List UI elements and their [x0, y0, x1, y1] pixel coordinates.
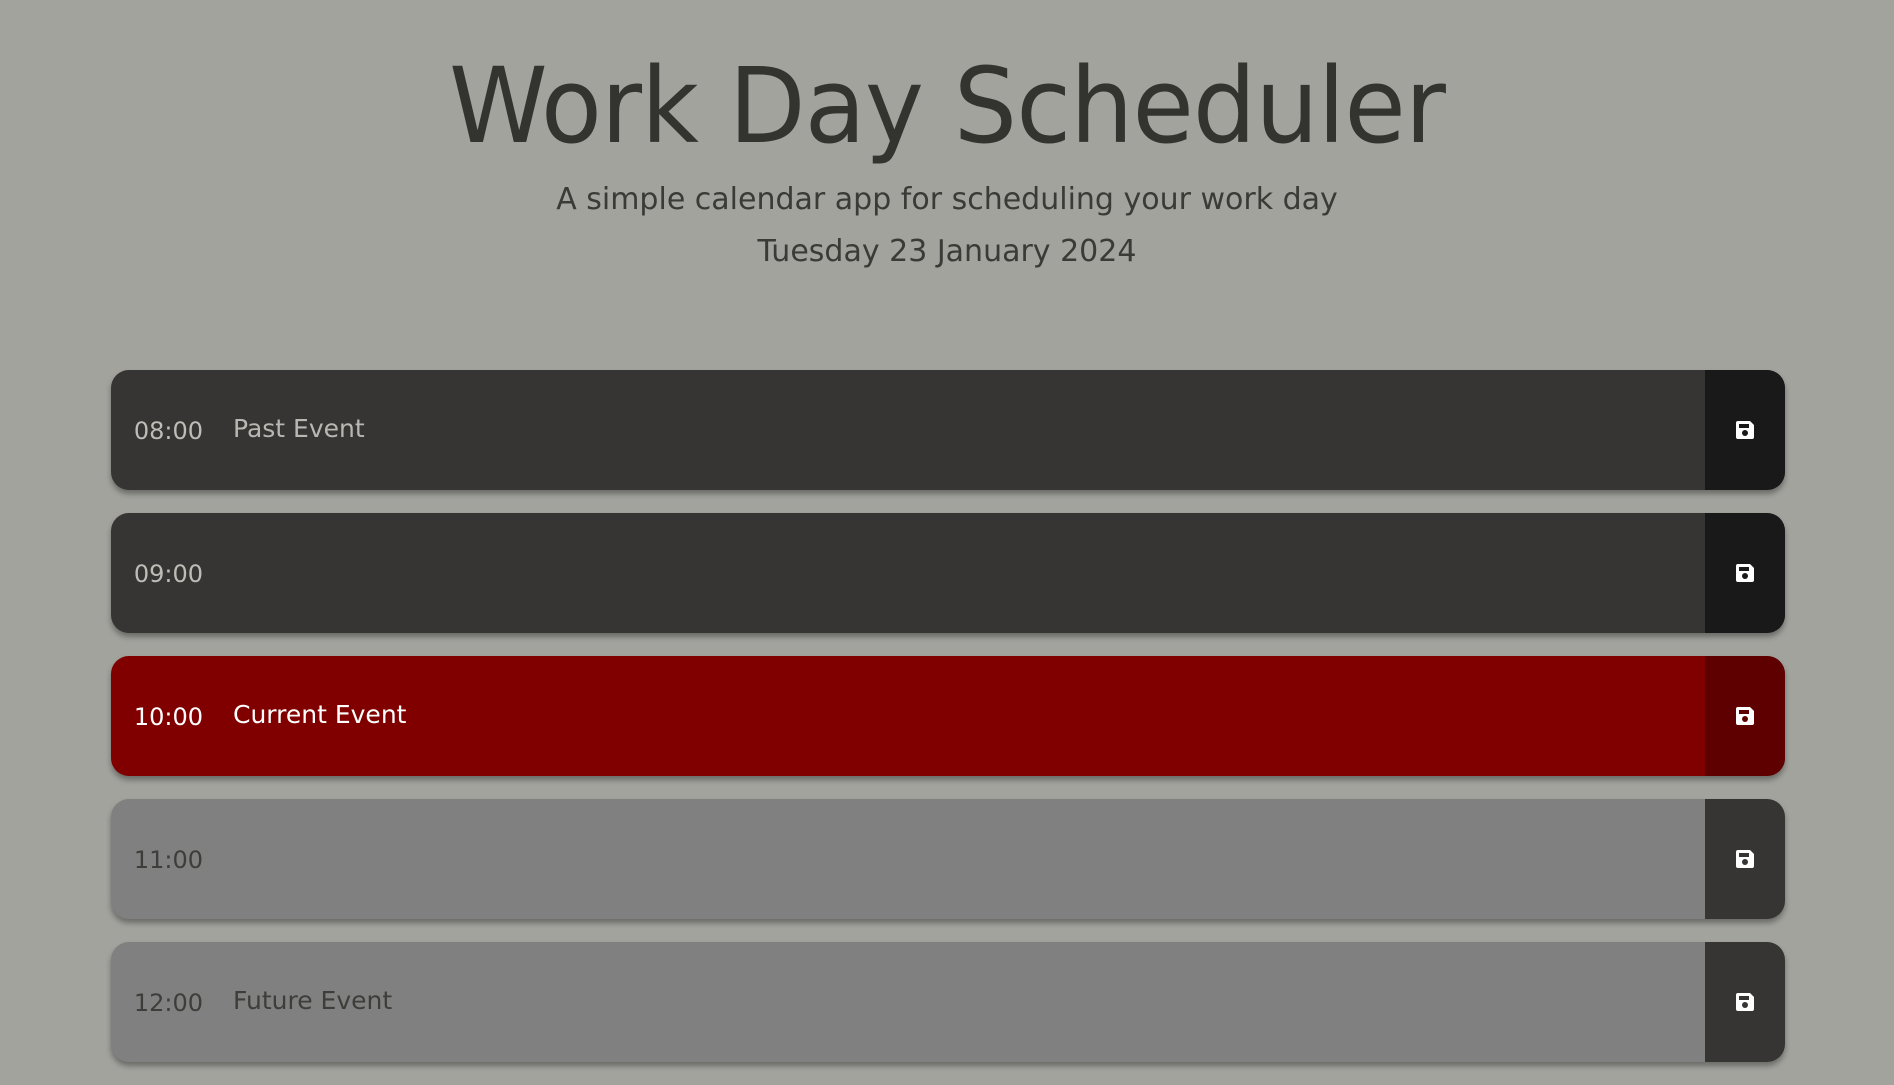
save-button[interactable] [1705, 799, 1785, 919]
time-block-row: 08:00 Past Event [111, 370, 1785, 490]
save-button[interactable] [1705, 656, 1785, 776]
hour-label: 10:00 [133, 703, 203, 731]
save-icon [1736, 707, 1754, 725]
event-description-input[interactable]: Current Event [203, 656, 1705, 776]
hour-label: 11:00 [133, 846, 203, 874]
event-description-input[interactable] [203, 513, 1705, 633]
time-block-row: 12:00 Future Event [111, 942, 1785, 1062]
save-icon [1736, 564, 1754, 582]
save-button[interactable] [1705, 370, 1785, 490]
hour-label: 08:00 [133, 417, 203, 445]
event-description-input[interactable]: Past Event [203, 370, 1705, 490]
page-header: Work Day Scheduler A simple calendar app… [0, 0, 1894, 270]
time-block-row: 09:00 [111, 513, 1785, 633]
current-date: Tuesday 23 January 2024 [757, 234, 1137, 269]
page-subtitle: A simple calendar app for scheduling you… [556, 182, 1338, 217]
time-block-row: 11:00 [111, 799, 1785, 919]
save-button[interactable] [1705, 942, 1785, 1062]
save-button[interactable] [1705, 513, 1785, 633]
hour-label: 09:00 [133, 560, 203, 588]
schedule-list: 08:00 Past Event 09:00 10:00 Current Eve… [111, 370, 1785, 1085]
page-title: Work Day Scheduler [449, 45, 1446, 167]
event-description-input[interactable]: Future Event [203, 942, 1705, 1062]
save-icon [1736, 993, 1754, 1011]
save-icon [1736, 421, 1754, 439]
time-block-row: 10:00 Current Event [111, 656, 1785, 776]
save-icon [1736, 850, 1754, 868]
event-description-input[interactable] [203, 799, 1705, 919]
hour-label: 12:00 [133, 989, 203, 1017]
